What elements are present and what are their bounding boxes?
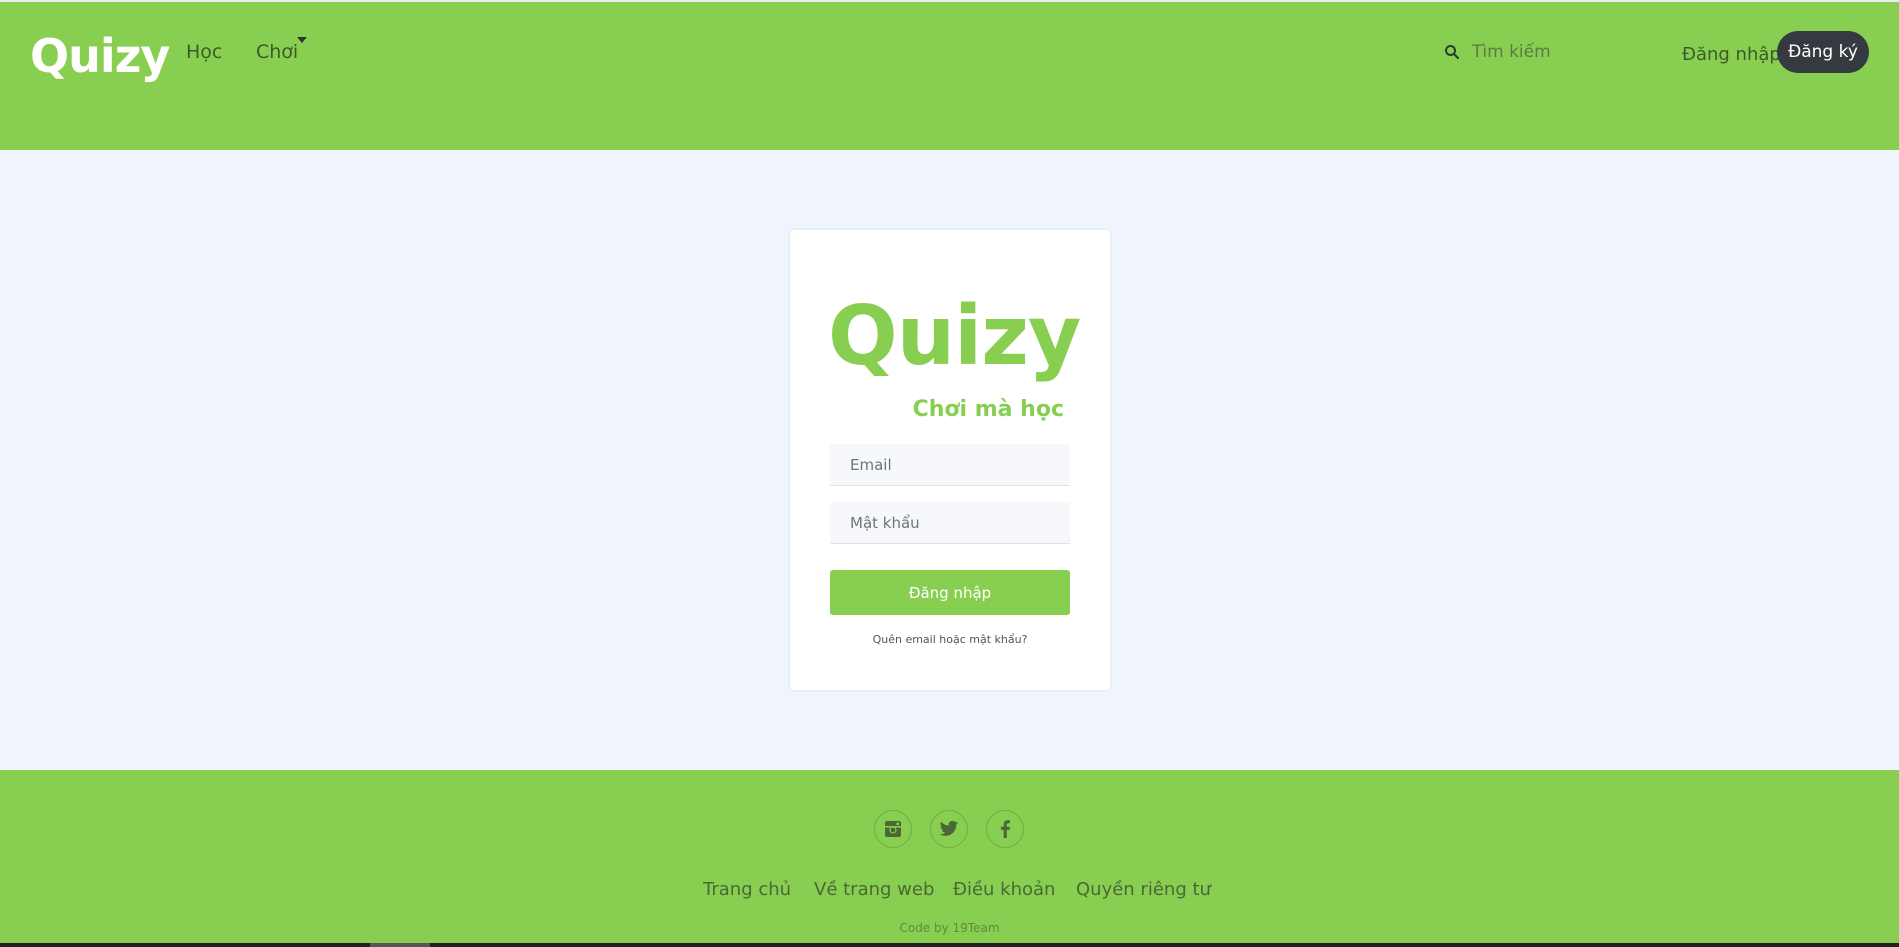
search-input[interactable] (1470, 36, 1634, 68)
footer-link-terms[interactable]: Điều khoản (953, 878, 1055, 902)
nav-item-choi[interactable]: Chơi (256, 40, 298, 64)
login-link[interactable]: Đăng nhập (1682, 43, 1781, 67)
instagram-button[interactable] (874, 810, 912, 848)
twitter-icon (939, 820, 959, 836)
brand-logo[interactable]: Quizy (30, 28, 170, 84)
facebook-button[interactable] (986, 810, 1024, 848)
card-logo: Quizy (828, 289, 1081, 384)
forgot-password-link[interactable]: Quên email hoặc mật khẩu? (790, 633, 1110, 646)
login-card: Quizy Chơi mà học Đăng nhập Quên email h… (790, 230, 1110, 690)
nav-item-hoc[interactable]: Học (186, 40, 222, 64)
footer: Trang chủ Về trang web Điều khoản Quyền … (0, 770, 1899, 947)
footer-credit: Code by 19Team (899, 921, 1000, 935)
twitter-button[interactable] (930, 810, 968, 848)
login-button[interactable]: Đăng nhập (830, 570, 1070, 615)
chevron-down-icon[interactable] (297, 37, 307, 43)
tagline: Chơi mà học (912, 397, 1064, 422)
email-field[interactable] (830, 444, 1070, 486)
footer-link-privacy[interactable]: Quyền riêng tư (1076, 878, 1211, 902)
bottom-bar (0, 943, 1899, 947)
password-field[interactable] (830, 502, 1070, 544)
navbar: Quizy Học Chơi Đăng nhập Đăng ký (0, 2, 1899, 150)
bottom-bar-segment (370, 943, 430, 947)
facebook-icon (1000, 820, 1010, 838)
footer-link-home[interactable]: Trang chủ (703, 878, 791, 902)
signup-button[interactable]: Đăng ký (1777, 31, 1869, 73)
footer-link-about[interactable]: Về trang web (814, 878, 934, 902)
search-box (1440, 36, 1640, 68)
search-icon (1445, 45, 1460, 60)
instagram-icon (885, 821, 901, 837)
